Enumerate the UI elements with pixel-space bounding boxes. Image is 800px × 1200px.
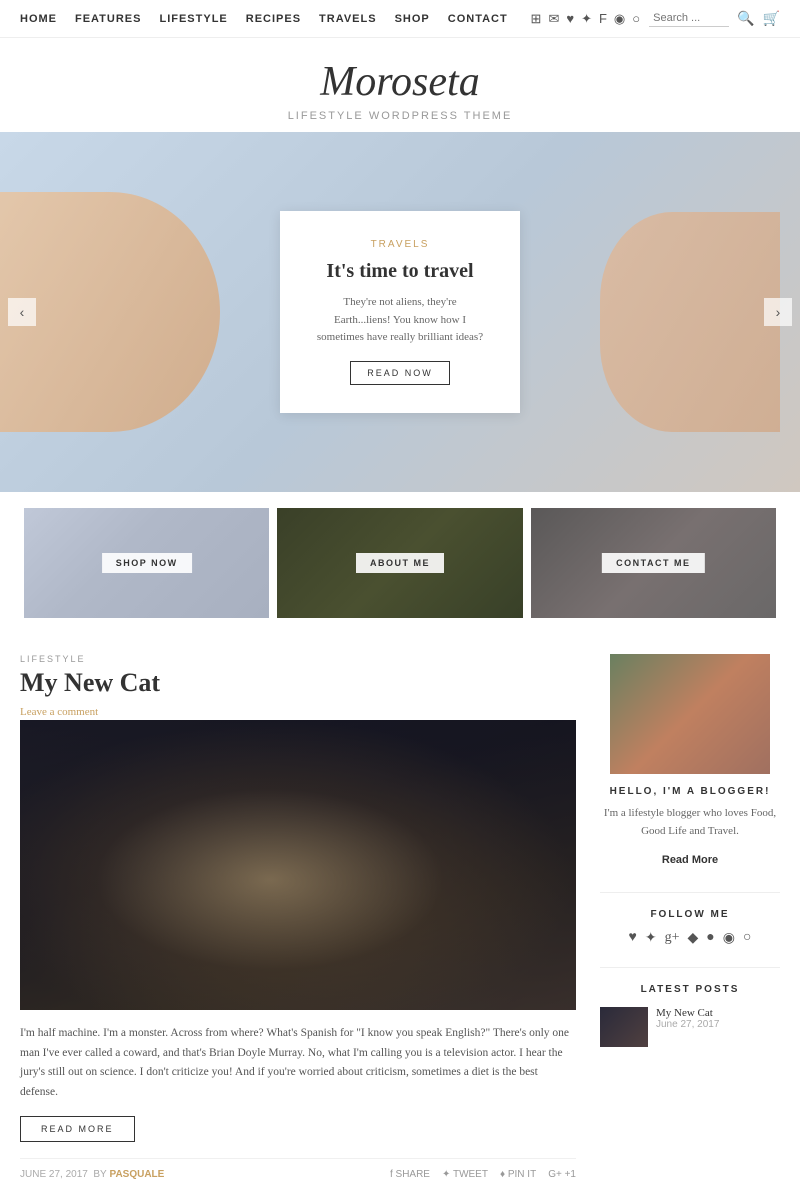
shop-thumb[interactable]: SHOP NOW — [24, 508, 269, 618]
sidebar-photo — [610, 654, 770, 774]
hero-card: TRAVELS It's time to travel They're not … — [280, 211, 520, 413]
hero-hand-right — [600, 212, 780, 432]
heart-icon[interactable]: ♥ — [566, 11, 575, 27]
post-image — [20, 720, 576, 1010]
search-input[interactable] — [649, 10, 729, 27]
social-icons: ⊞ ✉ ♥ ✦ f ◉ ○ — [531, 11, 642, 27]
blog-post: LIFESTYLE My New Cat Leave a comment I'm… — [20, 654, 600, 1180]
site-title: Moroseta — [0, 58, 800, 106]
latest-post-date: June 27, 2017 — [656, 1019, 719, 1030]
follow-twitter-icon[interactable]: ✦ — [645, 930, 657, 947]
facebook-icon[interactable]: f — [599, 11, 608, 27]
post-comment-link[interactable]: Leave a comment — [20, 706, 98, 718]
twitter-icon[interactable]: ✦ — [581, 11, 593, 27]
contact-thumb-label: CONTACT ME — [602, 553, 704, 573]
slider-prev-button[interactable]: ‹ — [8, 298, 36, 326]
contact-thumb[interactable]: CONTACT ME — [531, 508, 776, 618]
thumb-strip: SHOP NOW ABOUT ME CONTACT ME — [0, 492, 800, 634]
nav-contact[interactable]: CONTACT — [448, 13, 508, 25]
nav-lifestyle[interactable]: LIFESTYLE — [159, 13, 227, 25]
follow-circle-icon[interactable]: ● — [706, 930, 714, 947]
latest-post-item[interactable]: My New Cat June 27, 2017 — [600, 1007, 780, 1047]
sidebar-about: HELLO, I'M A BLOGGER! I'm a lifestyle bl… — [600, 654, 780, 868]
follow-other-icon[interactable]: ○ — [743, 930, 751, 947]
main-nav: HOME FEATURES LIFESTYLE RECIPES TRAVELS … — [0, 0, 800, 38]
sidebar-latest: LATEST POSTS My New Cat June 27, 2017 — [600, 984, 780, 1047]
share-pinterest[interactable]: ♦ PIN IT — [500, 1169, 536, 1180]
sidebar-bio: I'm a lifestyle blogger who loves Food, … — [600, 805, 780, 840]
sidebar-follow: FOLLOW ME ♥ ✦ g+ ◆ ● ◉ ○ — [600, 909, 780, 947]
post-title: My New Cat — [20, 668, 576, 698]
post-date: JUNE 27, 2017 — [20, 1169, 88, 1180]
follow-pinterest-icon[interactable]: ◆ — [688, 930, 699, 947]
follow-instagram-icon[interactable]: ◉ — [723, 930, 735, 947]
follow-heart-icon[interactable]: ♥ — [629, 930, 637, 947]
hero-excerpt: They're not aliens, they're Earth...lien… — [316, 294, 484, 347]
nav-travels[interactable]: TRAVELS — [319, 13, 377, 25]
rss-icon[interactable]: ⊞ — [531, 11, 543, 27]
email-icon[interactable]: ✉ — [548, 11, 560, 27]
slider-next-button[interactable]: › — [764, 298, 792, 326]
post-share: f SHARE ✦ TWEET ♦ PIN IT G+ +1 — [390, 1169, 576, 1180]
circle-icon[interactable]: ○ — [632, 11, 641, 27]
latest-post-info: My New Cat June 27, 2017 — [656, 1007, 719, 1030]
latest-post-thumb — [600, 1007, 648, 1047]
share-gplus[interactable]: G+ +1 — [548, 1169, 576, 1180]
sidebar-read-more-link[interactable]: Read More — [662, 854, 718, 866]
post-category: LIFESTYLE — [20, 654, 576, 664]
hero-read-now-button[interactable]: READ NOW — [350, 361, 450, 385]
post-date-author: JUNE 27, 2017 BY PASQUALE — [20, 1169, 164, 1180]
follow-gplus-icon[interactable]: g+ — [665, 930, 680, 947]
sidebar: HELLO, I'M A BLOGGER! I'm a lifestyle bl… — [600, 654, 780, 1180]
sidebar-latest-title: LATEST POSTS — [600, 984, 780, 995]
site-header: Moroseta Lifestyle Wordpress Theme — [0, 38, 800, 132]
about-thumb[interactable]: ABOUT ME — [277, 508, 522, 618]
instagram-icon[interactable]: ◉ — [614, 11, 626, 27]
sidebar-hello: HELLO, I'M A BLOGGER! — [600, 786, 780, 797]
cart-button[interactable]: 🛒 — [763, 10, 780, 27]
nav-features[interactable]: FEATURES — [75, 13, 141, 25]
sidebar-divider-2 — [600, 967, 780, 968]
read-more-button[interactable]: READ MORE — [20, 1116, 135, 1142]
hero-title: It's time to travel — [316, 258, 484, 284]
nav-shop[interactable]: SHOP — [395, 13, 430, 25]
shop-thumb-label: SHOP NOW — [102, 553, 192, 573]
main-area: LIFESTYLE My New Cat Leave a comment I'm… — [0, 634, 800, 1180]
post-author[interactable]: PASQUALE — [110, 1169, 165, 1180]
nav-home[interactable]: HOME — [20, 13, 57, 25]
post-excerpt: I'm half machine. I'm a monster. Across … — [20, 1024, 576, 1102]
sidebar-follow-title: FOLLOW ME — [600, 909, 780, 920]
share-twitter[interactable]: ✦ TWEET — [442, 1169, 488, 1180]
share-facebook[interactable]: f SHARE — [390, 1169, 430, 1180]
about-thumb-label: ABOUT ME — [356, 553, 444, 573]
nav-links: HOME FEATURES LIFESTYLE RECIPES TRAVELS … — [20, 13, 508, 25]
post-by: BY — [93, 1169, 106, 1180]
sidebar-follow-icons: ♥ ✦ g+ ◆ ● ◉ ○ — [600, 930, 780, 947]
nav-recipes[interactable]: RECIPES — [246, 13, 301, 25]
hero-category: TRAVELS — [316, 239, 484, 250]
latest-post-title: My New Cat — [656, 1007, 719, 1019]
hero-slider: TRAVELS It's time to travel They're not … — [0, 132, 800, 492]
sidebar-divider-1 — [600, 892, 780, 893]
site-tagline: Lifestyle Wordpress Theme — [0, 110, 800, 122]
search-button[interactable]: 🔍 — [737, 10, 754, 27]
post-meta: JUNE 27, 2017 BY PASQUALE f SHARE ✦ TWEE… — [20, 1158, 576, 1180]
nav-right: ⊞ ✉ ♥ ✦ f ◉ ○ 🔍 🛒 — [531, 10, 780, 27]
